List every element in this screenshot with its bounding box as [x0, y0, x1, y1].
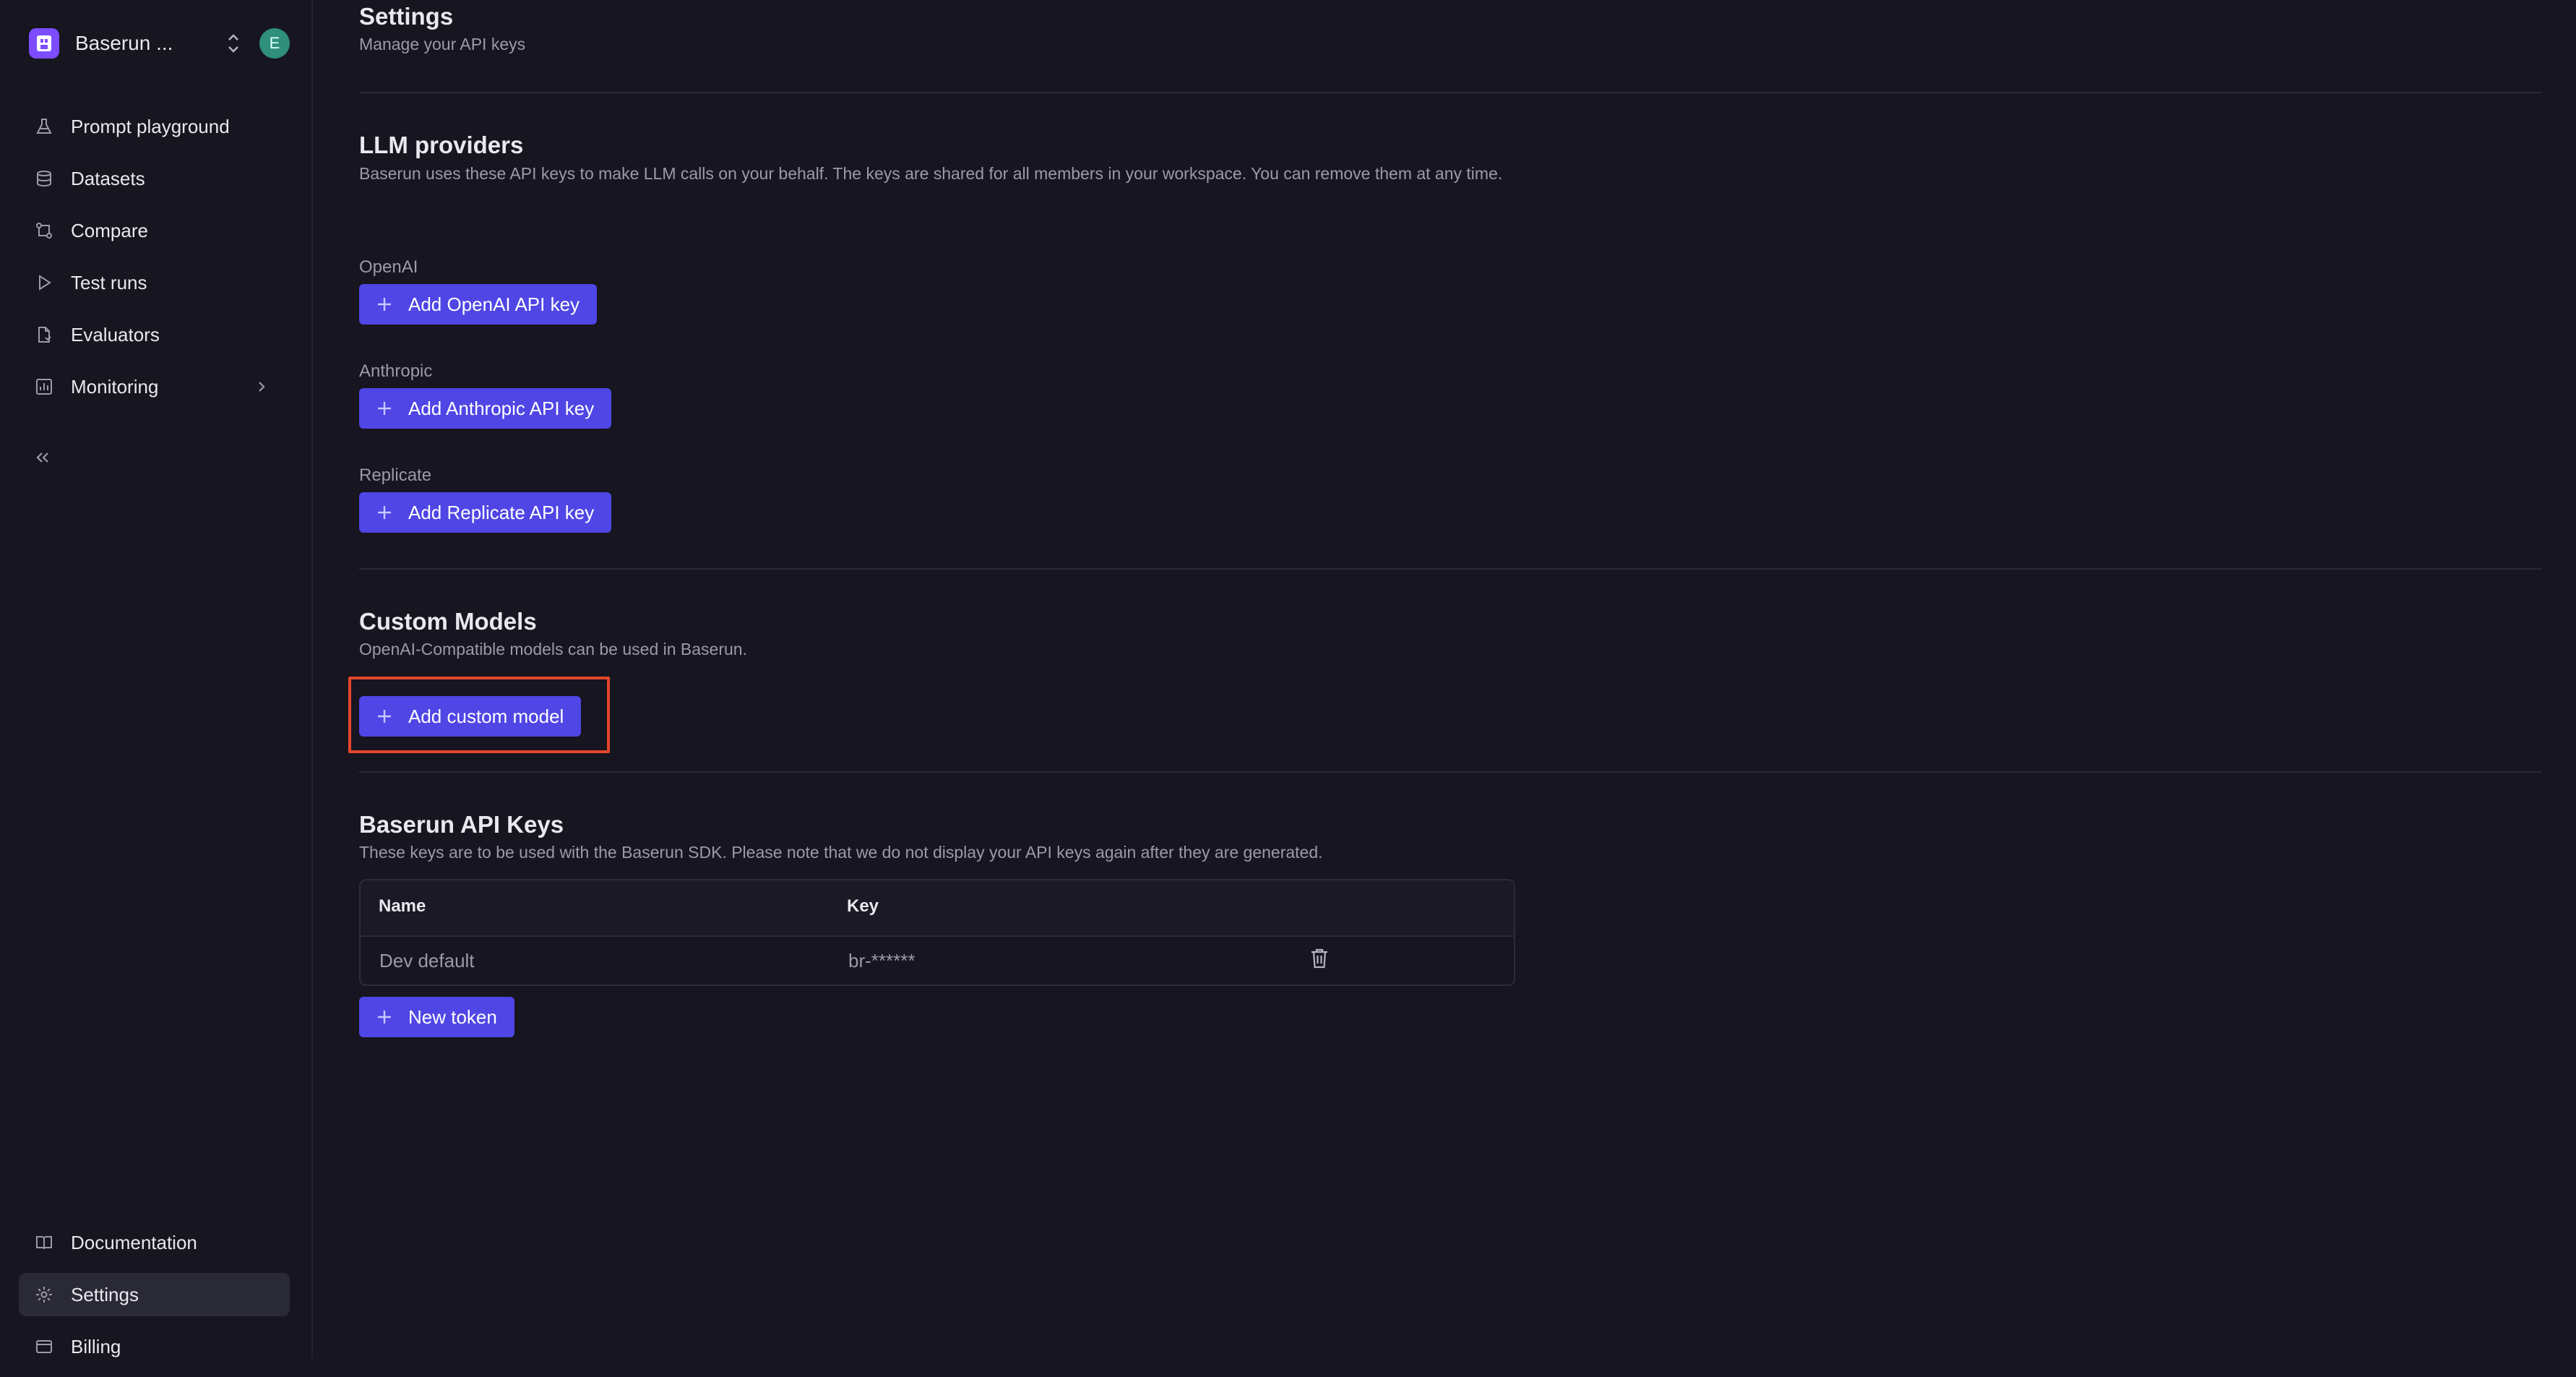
- sidebar-item-label: Evaluators: [71, 323, 160, 346]
- column-header-key: Key: [847, 896, 879, 916]
- sidebar-bottom-nav: Documentation Settings Billing: [19, 1221, 290, 1377]
- token-key: br-******: [848, 950, 916, 971]
- sidebar: Baserun ... E Prompt playground Datasets…: [0, 0, 313, 1358]
- sidebar-item-label: Compare: [71, 219, 148, 241]
- plus-icon: [378, 298, 391, 311]
- chart-icon: [33, 376, 55, 398]
- provider-label-replicate: Replicate: [359, 466, 432, 485]
- sidebar-item-label: Billing: [71, 1335, 121, 1357]
- sidebar-item-label: Documentation: [71, 1231, 197, 1253]
- git-compare-icon: [33, 220, 55, 241]
- collapse-sidebar-icon[interactable]: [32, 447, 53, 468]
- database-icon: [33, 168, 55, 189]
- llm-providers-title: LLM providers: [359, 132, 524, 158]
- sidebar-nav: Prompt playground Datasets Compare Test …: [19, 105, 290, 417]
- chevron-right-icon: [259, 382, 265, 392]
- sidebar-item-evaluators[interactable]: Evaluators: [19, 313, 290, 356]
- workspace-switcher[interactable]: Baserun ... E: [29, 25, 293, 62]
- plus-icon: [378, 506, 391, 519]
- plus-icon: [378, 1011, 391, 1024]
- book-icon: [33, 1232, 55, 1253]
- add-replicate-key-button[interactable]: Add Replicate API key: [359, 492, 612, 533]
- api-keys-title: Baserun API Keys: [359, 811, 564, 838]
- sidebar-item-label: Prompt playground: [71, 115, 230, 137]
- workspace-name: Baserun ...: [75, 32, 173, 54]
- divider: [359, 92, 2541, 93]
- divider: [359, 771, 2541, 773]
- page-subtitle: Manage your API keys: [359, 35, 526, 53]
- billing-icon: [33, 1336, 55, 1357]
- divider: [359, 568, 2541, 570]
- table-row: Dev default br-******: [361, 937, 1514, 985]
- sidebar-item-test-runs[interactable]: Test runs: [19, 261, 290, 304]
- page-title: Settings: [359, 3, 454, 30]
- new-token-button[interactable]: New token: [359, 997, 514, 1037]
- plus-icon: [378, 402, 391, 415]
- sidebar-item-label: Datasets: [71, 167, 145, 189]
- token-name: Dev default: [379, 950, 475, 971]
- llm-providers-description: Baserun uses these API keys to make LLM …: [359, 164, 1503, 183]
- api-keys-table: Name Key Dev default br-******: [359, 879, 1515, 986]
- custom-models-description: OpenAI-Compatible models can be used in …: [359, 640, 747, 659]
- api-keys-description: These keys are to be used with the Baser…: [359, 843, 1323, 862]
- play-icon: [33, 272, 55, 293]
- sidebar-item-datasets[interactable]: Datasets: [19, 157, 290, 200]
- sidebar-item-label: Monitoring: [71, 375, 159, 398]
- sidebar-item-billing[interactable]: Billing: [19, 1325, 290, 1368]
- highlight-box: [348, 677, 610, 753]
- sidebar-item-documentation[interactable]: Documentation: [19, 1221, 290, 1264]
- file-check-icon: [33, 324, 55, 346]
- sidebar-item-label: Test runs: [71, 271, 147, 293]
- avatar[interactable]: E: [259, 28, 290, 59]
- sidebar-item-prompt-playground[interactable]: Prompt playground: [19, 105, 290, 148]
- workspace-logo-icon: [29, 28, 59, 59]
- sidebar-item-settings[interactable]: Settings: [19, 1273, 290, 1316]
- provider-label-anthropic: Anthropic: [359, 361, 433, 381]
- sidebar-item-monitoring[interactable]: Monitoring: [19, 365, 290, 408]
- chevron-up-down-icon[interactable]: [223, 30, 244, 56]
- table-header: Name Key: [361, 880, 1514, 937]
- provider-label-openai: OpenAI: [359, 257, 418, 277]
- gear-icon: [33, 1284, 55, 1305]
- sidebar-item-compare[interactable]: Compare: [19, 209, 290, 252]
- custom-models-title: Custom Models: [359, 608, 537, 635]
- flask-icon: [33, 116, 55, 137]
- add-openai-key-button[interactable]: Add OpenAI API key: [359, 284, 598, 325]
- trash-icon[interactable]: [1309, 947, 1330, 970]
- column-header-name: Name: [379, 896, 426, 916]
- sidebar-item-label: Settings: [71, 1283, 139, 1305]
- add-anthropic-key-button[interactable]: Add Anthropic API key: [359, 388, 612, 429]
